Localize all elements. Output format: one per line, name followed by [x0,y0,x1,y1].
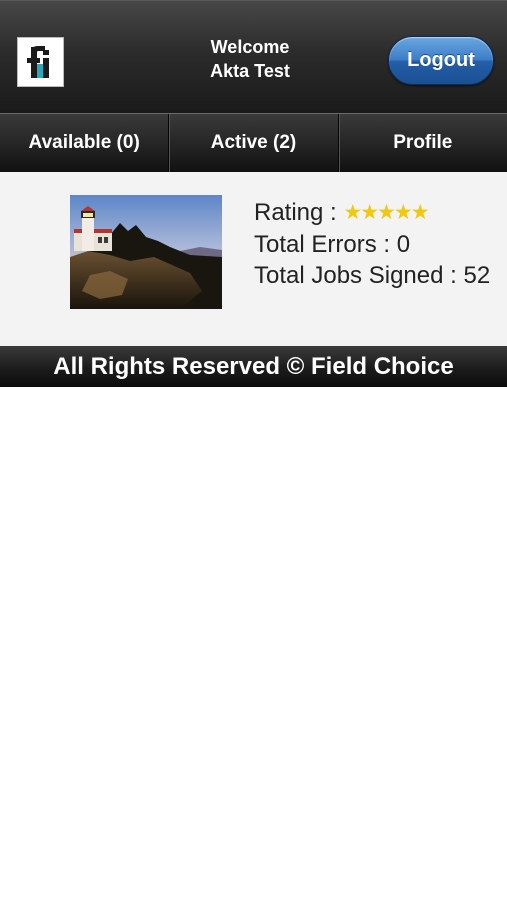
lighthouse-photo [70,195,222,309]
rating-row: Rating : ★★★★★ [254,197,494,229]
welcome-label: Welcome [210,37,290,57]
logout-button[interactable]: Logout [388,36,494,85]
header-bar: Welcome Akta Test Logout [0,0,507,113]
star-rating-icon: ★★★★★ [343,201,429,224]
jobs-label: Total Jobs Signed : [254,262,457,289]
footer-bar: All Rights Reserved © Field Choice [0,346,507,387]
total-jobs-signed: Total Jobs Signed : 52 [254,260,494,292]
tab-available[interactable]: Available (0) [0,114,170,172]
profile-panel: Rating : ★★★★★ Total Errors : 0 Total Jo… [0,172,507,346]
jobs-value: 52 [463,262,491,289]
app-screen: Welcome Akta Test Logout Available (0) A… [0,0,507,900]
tab-bar: Available (0) Active (2) Profile [0,113,507,172]
profile-stats: Rating : ★★★★★ Total Errors : 0 Total Jo… [254,197,494,292]
fi-logo-icon [17,37,64,87]
rating-label: Rating : [254,199,337,226]
tab-active[interactable]: Active (2) [169,114,339,172]
tab-profile[interactable]: Profile [339,114,507,172]
total-errors: Total Errors : 0 [254,230,411,258]
user-name: Akta Test [210,61,290,81]
